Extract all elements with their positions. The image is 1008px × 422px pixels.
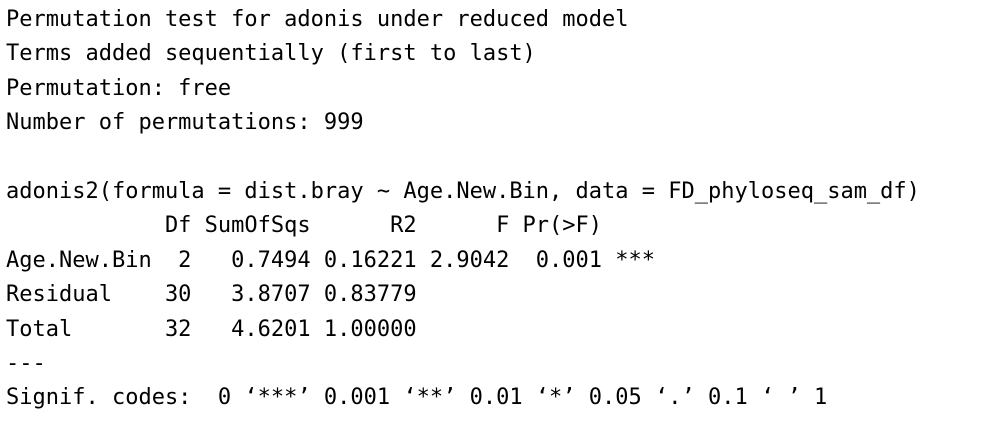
signif-codes-legend: Signif. codes: 0 ‘***’ 0.001 ‘**’ 0.01 ‘…	[6, 385, 828, 411]
table-row-residual: Residual 30 3.8707 0.83779	[6, 282, 603, 308]
separator-line: ---	[6, 350, 46, 376]
table-row-total: Total 32 4.6201 1.00000	[6, 316, 603, 342]
table-row-age-new-bin: Age.New.Bin 2 0.7494 0.16221 2.9042 0.00…	[6, 247, 656, 273]
test-title: Permutation test for adonis under reduce…	[6, 7, 629, 32]
r-console-output: Permutation test for adonis under reduce…	[0, 0, 1008, 422]
permutation-count: Number of permutations: 999	[6, 110, 364, 136]
permutation-type: Permutation: free	[6, 75, 232, 101]
terms-description: Terms added sequentially (first to last)	[6, 41, 536, 67]
function-call: adonis2(formula = dist.bray ~ Age.New.Bi…	[6, 178, 920, 204]
table-header-row: Df SumOfSqs R2 F Pr(>F)	[6, 213, 656, 239]
